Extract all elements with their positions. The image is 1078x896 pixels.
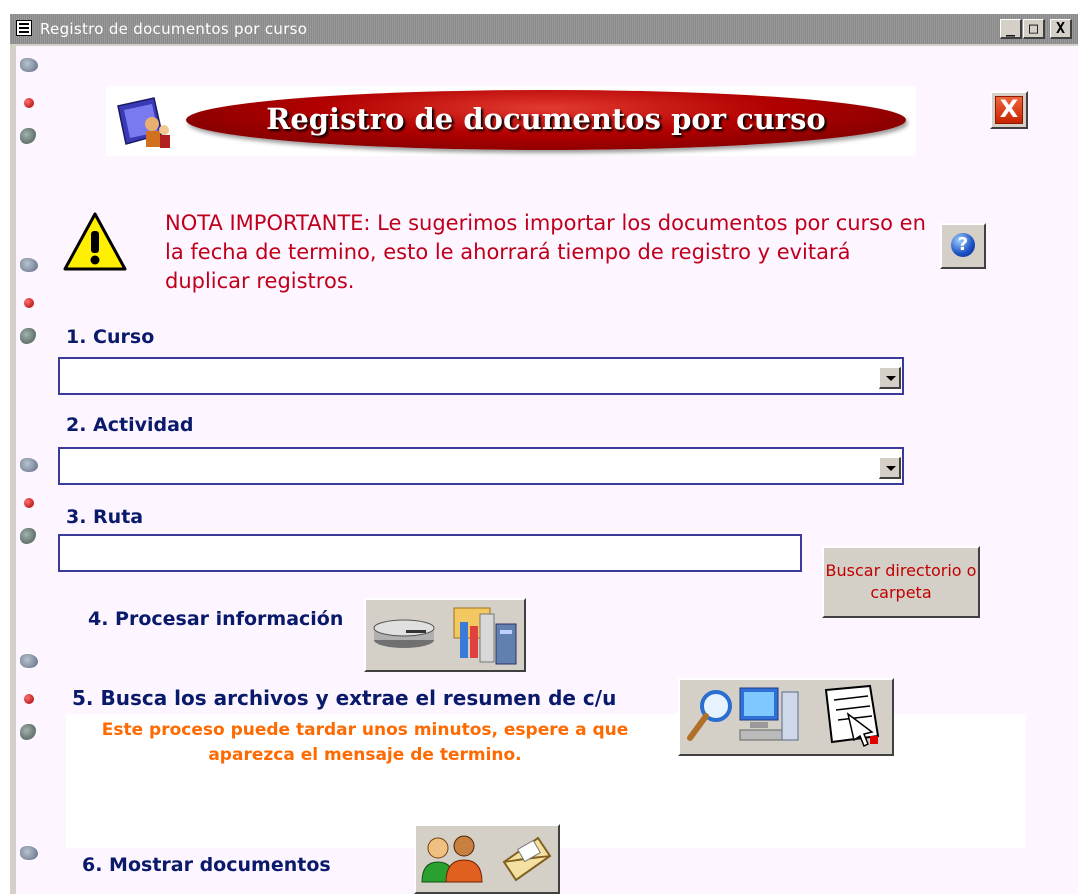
close-icon: X bbox=[995, 96, 1023, 124]
banner-title: Registro de documentos por curso bbox=[266, 102, 826, 136]
gear-deco-icon bbox=[20, 458, 38, 472]
actividad-dropdown-button[interactable] bbox=[879, 457, 901, 479]
banner-title-pill: Registro de documentos por curso bbox=[186, 90, 906, 150]
process-info-button[interactable] bbox=[364, 598, 526, 672]
actividad-label: 2. Actividad bbox=[66, 414, 194, 436]
users-icon bbox=[421, 835, 483, 883]
decoration-cluster bbox=[16, 654, 50, 754]
leaf-deco-icon bbox=[20, 528, 36, 544]
leaf-deco-icon bbox=[20, 128, 36, 144]
decoration-cluster bbox=[16, 258, 50, 358]
form-window: Registro de documentos por curso _ □ X R… bbox=[10, 14, 1078, 894]
title-bar[interactable]: Registro de documentos por curso _ □ X bbox=[10, 14, 1078, 44]
help-button[interactable]: ? bbox=[940, 223, 986, 269]
leaf-deco-icon bbox=[20, 724, 36, 740]
minimize-button[interactable]: _ bbox=[1000, 19, 1022, 39]
show-documents-button[interactable] bbox=[414, 824, 560, 894]
curso-label: 1. Curso bbox=[66, 326, 155, 348]
warning-icon bbox=[63, 212, 127, 271]
window-close-button[interactable]: X bbox=[1050, 19, 1072, 39]
computer-icon bbox=[739, 687, 799, 741]
form-icon[interactable] bbox=[16, 20, 32, 36]
procesar-label: 4. Procesar información bbox=[88, 608, 344, 630]
ruta-input[interactable] bbox=[58, 534, 802, 572]
red-bead-icon bbox=[24, 498, 34, 508]
busca-label: 5. Busca los archivos y extrae el resume… bbox=[72, 686, 617, 710]
folder-users-icon bbox=[117, 97, 170, 148]
maximize-button[interactable]: □ bbox=[1023, 19, 1045, 39]
close-form-button[interactable]: X bbox=[990, 91, 1028, 129]
busca-warning: Este proceso puede tardar unos minutos, … bbox=[101, 720, 629, 765]
mostrar-label: 6. Mostrar documentos bbox=[82, 854, 331, 876]
important-note: NOTA IMPORTANTE: Le sugerimos importar l… bbox=[165, 211, 926, 293]
search-extract-button[interactable] bbox=[678, 678, 894, 756]
header-banner: Registro de documentos por curso bbox=[106, 86, 916, 156]
decoration-cluster bbox=[16, 58, 50, 158]
red-bead-icon bbox=[24, 694, 34, 704]
gear-deco-icon bbox=[20, 846, 38, 860]
decoration-cluster bbox=[16, 458, 50, 558]
browse-folder-button[interactable]: Buscar directorio o carpeta bbox=[822, 546, 980, 618]
gear-deco-icon bbox=[20, 258, 38, 272]
gear-deco-icon bbox=[20, 58, 38, 72]
ruta-label: 3. Ruta bbox=[66, 506, 144, 528]
actividad-combo[interactable] bbox=[58, 447, 904, 485]
curso-combo[interactable] bbox=[58, 357, 904, 395]
gear-deco-icon bbox=[20, 654, 38, 668]
curso-dropdown-button[interactable] bbox=[879, 367, 901, 389]
red-bead-icon bbox=[24, 298, 34, 308]
notepad-arrow-icon bbox=[824, 684, 880, 748]
leaf-deco-icon bbox=[20, 328, 36, 344]
window-title: Registro de documentos por curso bbox=[40, 20, 308, 38]
decoration-cluster bbox=[16, 846, 50, 876]
open-envelope-icon bbox=[502, 836, 552, 882]
help-icon: ? bbox=[951, 233, 975, 257]
red-bead-icon bbox=[24, 98, 34, 108]
folder-tools-icon bbox=[453, 607, 517, 665]
form-body: Registro de documentos por curso X NOTA … bbox=[16, 46, 1078, 894]
